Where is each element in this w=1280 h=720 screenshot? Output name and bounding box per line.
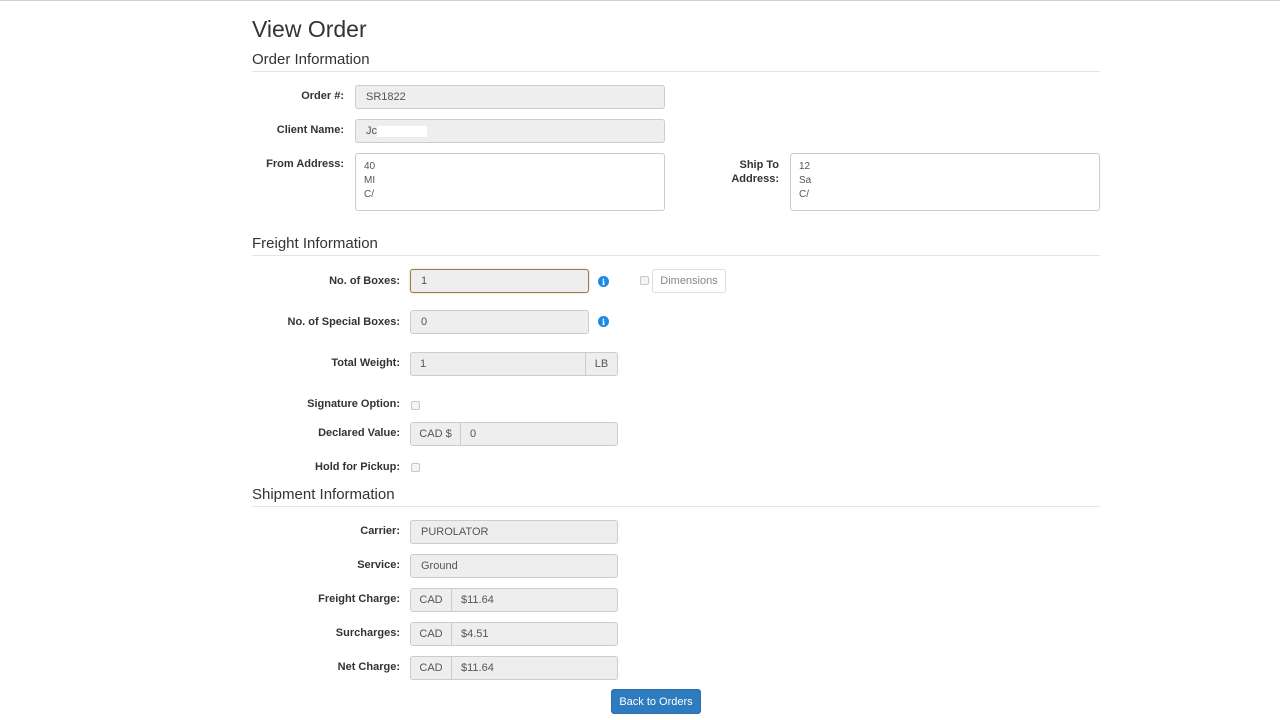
order-number-label: Order #:: [301, 90, 344, 102]
special-boxes-label: No. of Special Boxes:: [287, 316, 400, 328]
service-label: Service:: [357, 559, 400, 571]
surcharges-currency: CAD: [411, 623, 452, 645]
ship-to-label-line1: Ship To: [739, 159, 779, 171]
freight-information-heading: Freight Information: [252, 235, 1100, 256]
boxes-label: No. of Boxes:: [329, 275, 400, 287]
net-charge-label: Net Charge:: [337, 661, 400, 673]
total-weight-group: 1 LB: [410, 352, 618, 376]
from-address-textarea[interactable]: 40 MI C/: [355, 153, 665, 211]
freight-charge-value[interactable]: $11.64: [452, 589, 617, 611]
from-address-label: From Address:: [266, 158, 344, 170]
declared-value-label: Declared Value:: [318, 427, 400, 439]
special-boxes-input[interactable]: 0: [410, 310, 589, 334]
hold-pickup-checkbox[interactable]: [411, 463, 420, 472]
freight-charge-currency: CAD: [411, 589, 452, 611]
weight-unit-addon: LB: [585, 353, 617, 375]
order-information-heading: Order Information: [252, 51, 1100, 72]
hold-pickup-label: Hold for Pickup:: [315, 461, 400, 473]
carrier-field[interactable]: PUROLATOR: [410, 520, 618, 544]
info-icon[interactable]: i: [598, 276, 609, 287]
signature-option-checkbox[interactable]: [411, 401, 420, 410]
carrier-label: Carrier:: [360, 525, 400, 537]
redacted-block: [377, 125, 427, 137]
signature-option-label: Signature Option:: [307, 398, 400, 410]
from-address-line: C/: [364, 189, 374, 200]
declared-value-input[interactable]: 0: [461, 423, 617, 445]
net-charge-group: CAD $11.64: [410, 656, 618, 680]
freight-charge-group: CAD $11.64: [410, 588, 618, 612]
from-address-line: MI: [364, 175, 376, 186]
ship-to-label-line2: Address:: [731, 173, 779, 185]
declared-value-group: CAD $ 0: [410, 422, 618, 446]
ship-to-address-label: Ship To Address:: [712, 158, 779, 186]
info-icon[interactable]: i: [598, 316, 609, 327]
client-name-label: Client Name:: [276, 124, 344, 136]
page-title: View Order: [252, 16, 367, 42]
ship-to-address-line: C/: [799, 189, 809, 200]
order-number-field[interactable]: SR1822: [355, 85, 665, 109]
dimensions-checkbox[interactable]: [640, 276, 649, 285]
shipment-information-heading: Shipment Information: [252, 486, 1100, 507]
ship-to-address-line: 12: [799, 161, 811, 172]
declared-currency-addon: CAD $: [411, 423, 461, 445]
total-weight-input[interactable]: 1: [411, 353, 585, 375]
top-border: [0, 0, 1280, 1]
surcharges-group: CAD $4.51: [410, 622, 618, 646]
net-charge-currency: CAD: [411, 657, 452, 679]
back-to-orders-button[interactable]: Back to Orders: [611, 689, 701, 714]
from-address-line: 40: [364, 161, 376, 172]
total-weight-label: Total Weight:: [331, 357, 400, 369]
client-name-value: Jc: [366, 125, 377, 137]
dimensions-button[interactable]: Dimensions: [652, 269, 726, 293]
boxes-input[interactable]: 1: [410, 269, 589, 293]
net-charge-value[interactable]: $11.64: [452, 657, 617, 679]
client-name-field[interactable]: Jc: [355, 119, 665, 143]
surcharges-value[interactable]: $4.51: [452, 623, 617, 645]
ship-to-address-line: Sa: [799, 175, 812, 186]
service-field[interactable]: Ground: [410, 554, 618, 578]
surcharges-label: Surcharges:: [335, 627, 400, 639]
freight-charge-label: Freight Charge:: [318, 593, 400, 605]
ship-to-address-textarea[interactable]: 12 Sa C/: [790, 153, 1100, 211]
